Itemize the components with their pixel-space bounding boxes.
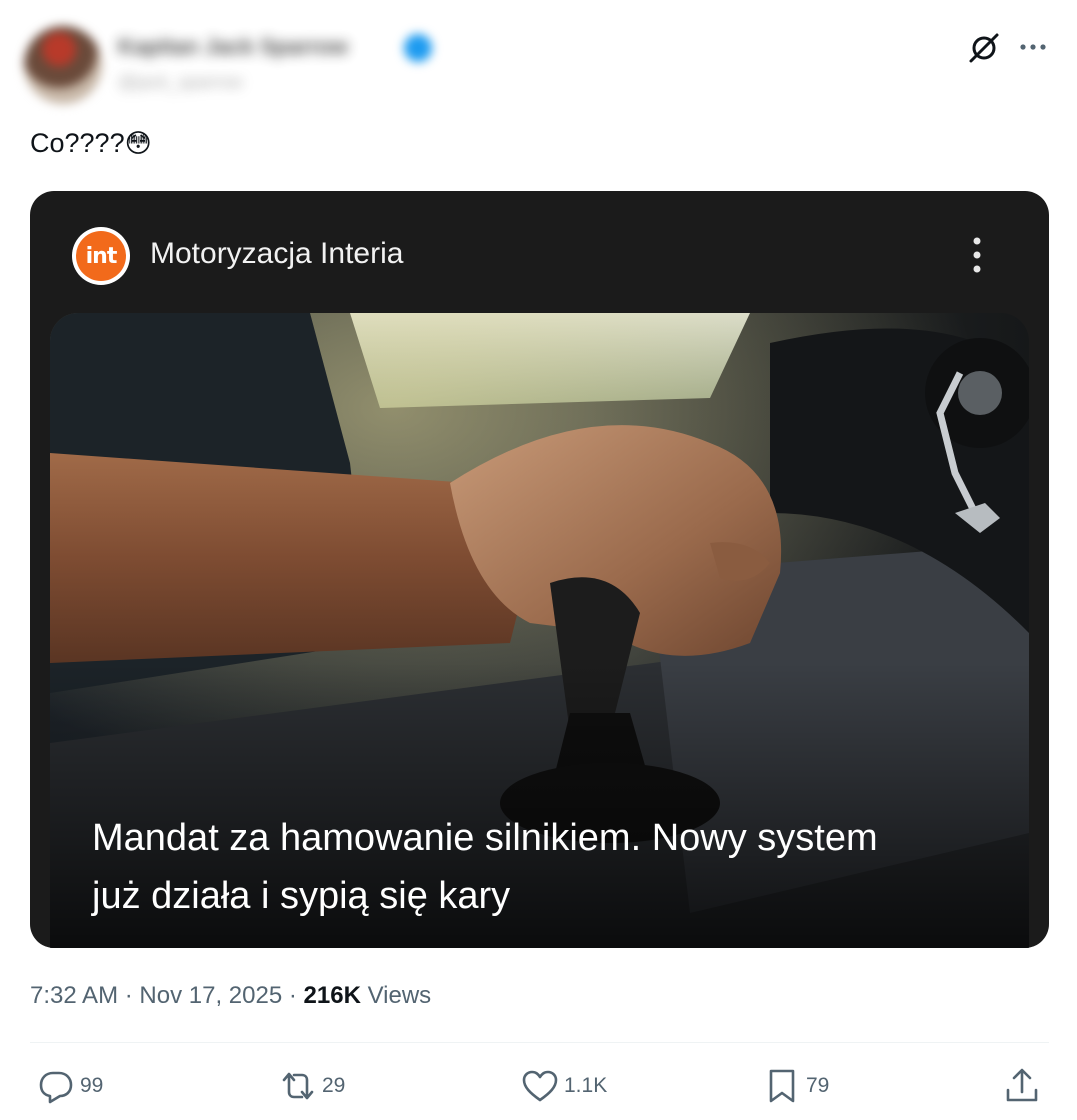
repost-button[interactable]: 29 <box>278 1066 345 1106</box>
kebab-menu-icon[interactable] <box>962 235 992 275</box>
tweet-time[interactable]: 7:32 AM <box>30 982 118 1009</box>
source-logo: int <box>72 227 130 285</box>
meta-separator: · <box>288 982 297 1009</box>
like-count: 1.1K <box>564 1074 608 1097</box>
like-icon <box>522 1070 558 1102</box>
article-photo[interactable]: Mandat za hamowanie silnikiem. Nowy syst… <box>50 313 1029 948</box>
reply-button[interactable]: 99 <box>36 1066 103 1106</box>
author-name[interactable]: Kapitan Jack Sparrow <box>118 34 398 60</box>
views-label: Views <box>367 982 432 1009</box>
verified-badge-icon <box>404 34 432 62</box>
bookmark-icon <box>769 1069 795 1103</box>
divider <box>30 1042 1049 1043</box>
author-handle[interactable]: @jack_sparrow <box>118 72 328 92</box>
tweet-date[interactable]: Nov 17, 2025 <box>139 982 282 1009</box>
media-card[interactable]: int Motoryzacja Interia Mandat za hamowa… <box>30 191 1049 948</box>
share-button[interactable] <box>1002 1066 1042 1106</box>
like-button[interactable]: 1.1K <box>520 1066 607 1106</box>
meta-separator: · <box>124 982 133 1009</box>
article-headline: Mandat za hamowanie silnikiem. Nowy syst… <box>92 809 992 925</box>
share-icon <box>1006 1068 1038 1102</box>
bookmark-count: 79 <box>806 1074 830 1097</box>
more-icon[interactable] <box>1016 30 1052 66</box>
reply-count: 99 <box>80 1074 104 1097</box>
bookmark-button[interactable]: 79 <box>762 1066 829 1106</box>
source-logo-text: int <box>76 231 126 281</box>
tweet-meta: 7:32 AM · Nov 17, 2025 · 216K Views <box>30 982 431 1010</box>
flushed-face-emoji: 😳 <box>124 128 152 158</box>
repost-count: 29 <box>322 1074 346 1097</box>
grok-icon[interactable] <box>966 30 1002 66</box>
tweet-text: Co????😳 <box>30 128 152 159</box>
source-name: Motoryzacja Interia <box>150 237 404 270</box>
retweet-icon <box>282 1072 314 1100</box>
headline-line-2: już działa i sypią się kary <box>92 875 511 917</box>
headline-line-1: Mandat za hamowanie silnikiem. Nowy syst… <box>92 817 878 859</box>
tweet-header: Kapitan Jack Sparrow @jack_sparrow <box>0 0 1077 110</box>
views-count: 216K <box>303 982 361 1009</box>
tweet-body: Co???? <box>30 128 125 158</box>
avatar[interactable] <box>24 26 102 104</box>
reply-icon <box>39 1071 73 1104</box>
